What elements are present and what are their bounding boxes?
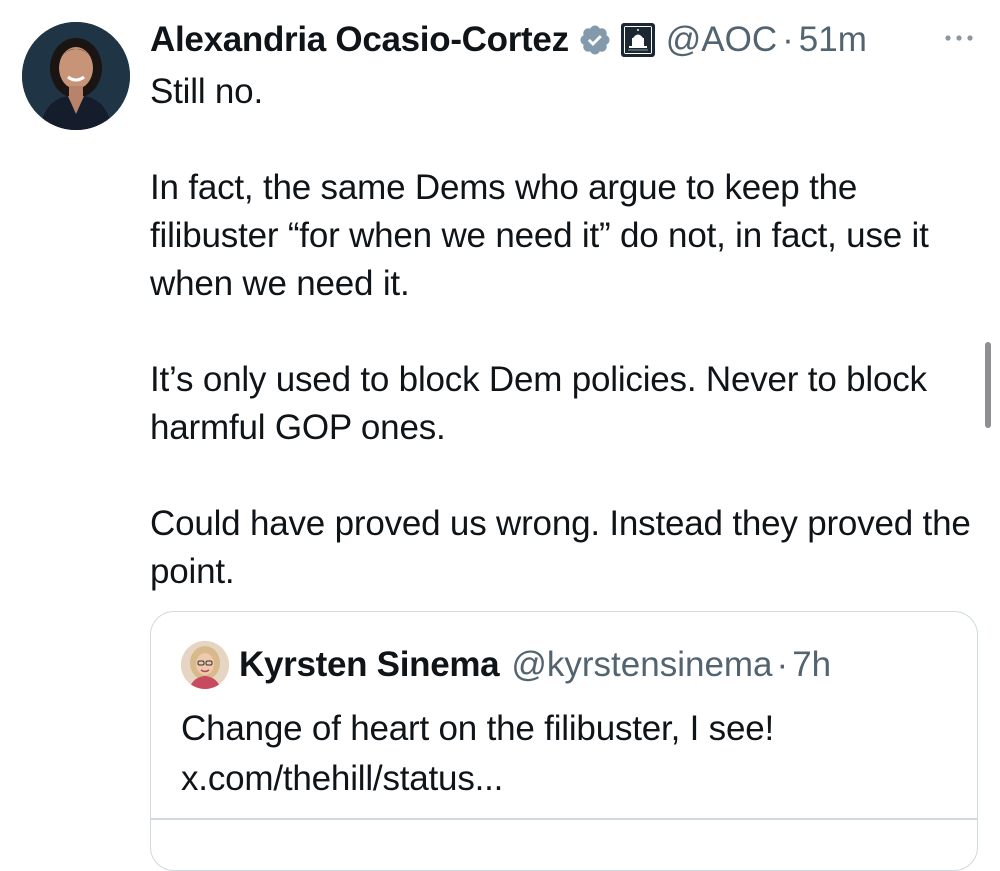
separator-dot: ·	[776, 645, 789, 684]
author-handle[interactable]: @AOC	[666, 20, 777, 60]
more-options-icon[interactable]	[942, 28, 976, 48]
profile-photo	[22, 22, 130, 130]
capitol-building-affiliation-icon[interactable]	[620, 22, 656, 58]
author-name[interactable]: Alexandria Ocasio-Cortez	[150, 20, 569, 60]
tweet-paragraph: Still no.	[150, 72, 263, 111]
tweet-text: Still no. In fact, the same Dems who arg…	[150, 68, 980, 596]
quoted-author-name[interactable]: Kyrsten Sinema	[239, 645, 500, 685]
quoted-tweet-line: Change of heart on the filibuster, I see…	[181, 709, 775, 748]
verified-check-badge-icon[interactable]	[578, 23, 612, 57]
quoted-tweet-text: Change of heart on the filibuster, I see…	[181, 704, 961, 804]
quoted-tweet-link[interactable]: x.com/thehill/status...	[181, 754, 961, 804]
separator-dot: ·	[782, 20, 794, 59]
quoted-author-avatar[interactable]	[181, 641, 229, 689]
scrollbar[interactable]	[985, 342, 991, 428]
quoted-author-handle[interactable]: @kyrstensinema	[511, 645, 772, 685]
quoted-profile-photo	[181, 641, 229, 689]
tweet-paragraph: Could have proved us wrong. Instead they…	[150, 504, 971, 591]
quoted-tweet-timestamp[interactable]: 7h	[792, 645, 831, 685]
tweet-paragraph: In fact, the same Dems who argue to keep…	[150, 168, 929, 303]
author-avatar[interactable]	[22, 22, 130, 130]
quoted-tweet-card[interactable]: Kyrsten Sinema @kyrstensinema · 7h Chang…	[150, 611, 978, 871]
quoted-tweet-divider	[151, 818, 977, 820]
tweet-header: Alexandria Ocasio-Cortez @AOC · 51m	[150, 14, 867, 66]
tweet-timestamp[interactable]: 51m	[799, 20, 867, 60]
tweet-paragraph: It’s only used to block Dem policies. Ne…	[150, 360, 927, 447]
quoted-tweet-header: Kyrsten Sinema @kyrstensinema · 7h	[181, 640, 831, 690]
